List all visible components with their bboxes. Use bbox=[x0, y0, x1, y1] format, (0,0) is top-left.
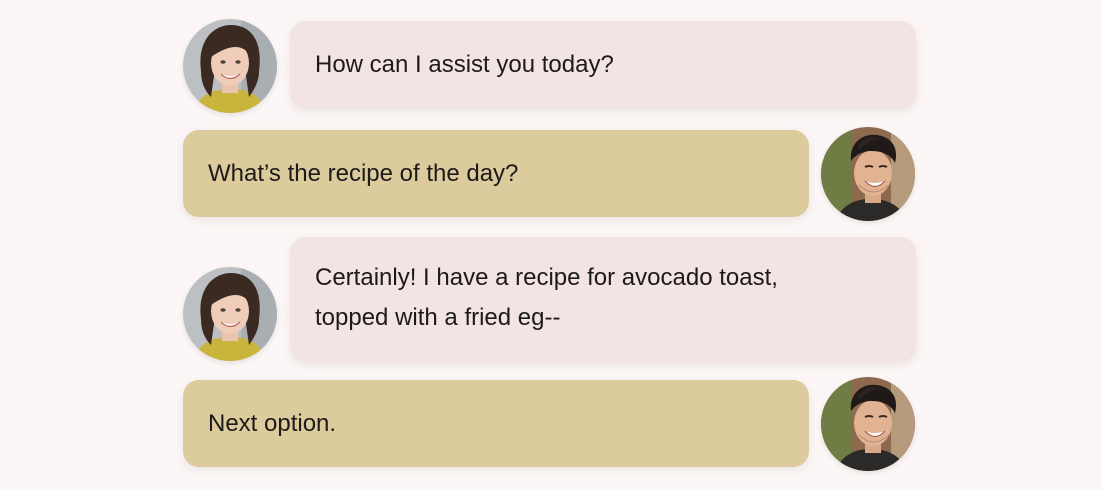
user-message-bubble: Next option. bbox=[183, 380, 809, 467]
user-message-bubble: What’s the recipe of the day? bbox=[183, 130, 809, 217]
user-message-text: Next option. bbox=[208, 410, 337, 437]
assistant-message-bubble: How can I assist you today? bbox=[290, 21, 916, 109]
user-avatar bbox=[821, 127, 915, 221]
man-avatar-icon bbox=[821, 127, 915, 221]
user-message-text: What’s the recipe of the day? bbox=[208, 160, 519, 187]
assistant-avatar bbox=[183, 267, 277, 361]
assistant-message-text: How can I assist you today? bbox=[315, 51, 614, 78]
assistant-message-line-1: Certainly! I have a recipe for avocado t… bbox=[315, 264, 778, 291]
assistant-message-bubble: Certainly! I have a recipe for avocado t… bbox=[290, 237, 916, 362]
user-avatar bbox=[821, 377, 915, 471]
assistant-avatar bbox=[183, 19, 277, 113]
man-avatar-icon bbox=[821, 377, 915, 471]
woman-avatar-icon bbox=[183, 267, 277, 361]
assistant-message-line-2: topped with a fried eg-- bbox=[315, 304, 561, 331]
woman-avatar-icon bbox=[183, 19, 277, 113]
